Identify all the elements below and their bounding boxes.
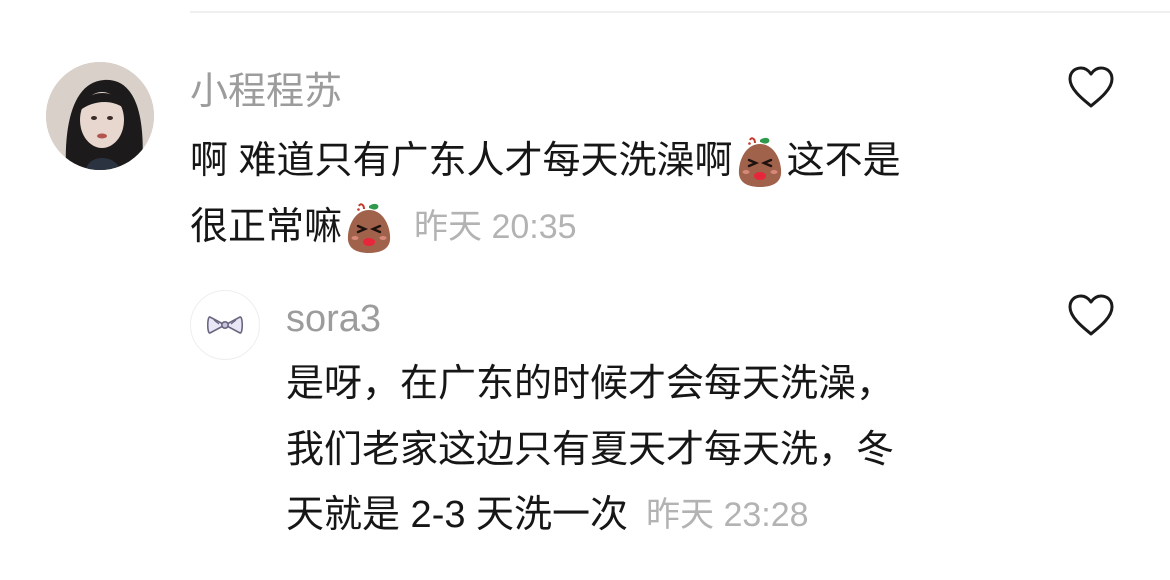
heart-outline-icon[interactable]: [1066, 64, 1116, 110]
comment-text-segment: 啊 难道只有广东人才每天洗澡啊: [190, 140, 733, 182]
avatar[interactable]: [190, 290, 260, 360]
comment-text-line: 很正常嘛 昨天 20:35: [190, 200, 577, 254]
reply-username[interactable]: sora3: [286, 297, 381, 341]
bow-icon: [206, 316, 244, 334]
reply-timestamp: 昨天 23:28: [646, 496, 809, 534]
comment-text-segment: 这不是: [786, 140, 901, 182]
comment-username[interactable]: 小程程苏: [190, 70, 342, 114]
comment-timestamp: 昨天 20:35: [414, 208, 577, 246]
avatar-photo: [46, 62, 154, 170]
reply-text-line: 是呀，在广东的时候才会每天洗澡，: [286, 361, 894, 407]
reply-text-segment: 天就是 2-3 天洗一次: [286, 494, 629, 536]
reply-text-line: 我们老家这边只有夏天才每天洗，冬: [286, 427, 894, 473]
avatar[interactable]: [46, 62, 154, 170]
heart-outline-icon[interactable]: [1066, 292, 1116, 338]
reply-text-line: 天就是 2-3 天洗一次 昨天 23:28: [286, 492, 809, 538]
top-divider: [190, 11, 1170, 13]
grimacing-bean-emoji-icon: [738, 137, 781, 187]
comment-text-line: 啊 难道只有广东人才每天洗澡啊 这不是: [190, 134, 901, 188]
reply-text-segment: 我们老家这边只有夏天才每天洗，冬: [286, 429, 895, 471]
reply-text-segment: 是呀，在广东的时候才会每天洗澡，: [286, 363, 895, 405]
comment-text-segment: 很正常嘛: [190, 206, 343, 248]
grimacing-bean-emoji-icon: [347, 203, 391, 253]
